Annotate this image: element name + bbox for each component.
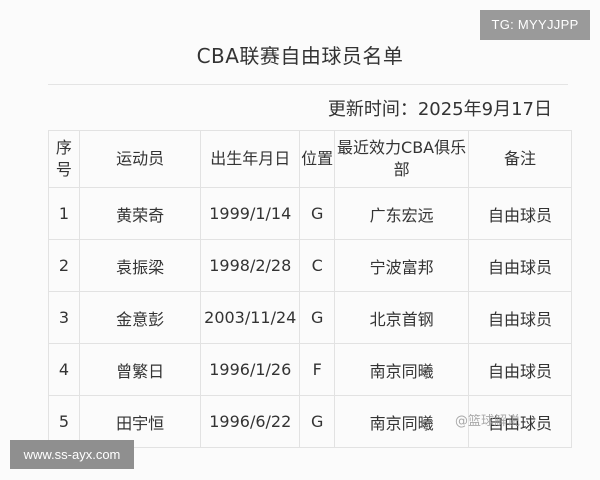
cell-position: G	[299, 291, 336, 344]
watermark-handle: @篮球解说	[455, 414, 521, 429]
cell-club: 宁波富邦	[334, 239, 469, 292]
table-row: 1 黄荣奇 1999/1/14 G 广东宏远 自由球员	[48, 187, 572, 240]
update-time: 更新时间：2025年9月17日	[327, 99, 552, 120]
cell-note: 自由球员	[468, 291, 572, 344]
cell-note: 自由球员	[468, 239, 572, 292]
header-number: 序号	[48, 130, 80, 188]
cell-player: 曾繁日	[78, 343, 202, 396]
cell-club: 北京首钢	[334, 291, 469, 344]
cell-number: 3	[48, 291, 80, 344]
cell-position: G	[299, 187, 336, 240]
update-row: 更新时间：2025年9月17日	[48, 84, 568, 131]
cell-player: 金意彭	[78, 291, 202, 344]
cell-player: 袁振梁	[78, 239, 202, 292]
header-club: 最近效力CBA俱乐部	[334, 130, 469, 188]
header-player: 运动员	[78, 130, 202, 188]
table-row: 2 袁振梁 1998/2/28 C 宁波富邦 自由球员	[48, 239, 572, 292]
cell-number: 2	[48, 239, 80, 292]
cell-number: 4	[48, 343, 80, 396]
watermark-site: www.ss-ayx.com	[10, 440, 134, 469]
cell-number: 1	[48, 187, 80, 240]
cell-birthdate: 1996/1/26	[200, 343, 301, 396]
cell-birthdate: 1996/6/22	[200, 395, 301, 448]
cell-position: F	[299, 343, 336, 396]
cell-birthdate: 1998/2/28	[200, 239, 301, 292]
cell-club: 南京同曦	[334, 343, 469, 396]
table-header-row: 序号 运动员 出生年月日 位置 最近效力CBA俱乐部 备注	[48, 130, 572, 188]
cell-birthdate: 1999/1/14	[200, 187, 301, 240]
cell-note: 自由球员	[468, 187, 572, 240]
cell-player: 黄荣奇	[78, 187, 202, 240]
header-birthdate: 出生年月日	[200, 130, 301, 188]
telegram-badge: TG: MYYJJPP	[480, 10, 590, 40]
header-note: 备注	[468, 130, 572, 188]
cell-position: G	[299, 395, 336, 448]
cell-club: 广东宏远	[334, 187, 469, 240]
cell-club: 南京同曦	[334, 395, 469, 448]
table-row: 3 金意彭 2003/11/24 G 北京首钢 自由球员	[48, 291, 572, 344]
cell-position: C	[299, 239, 336, 292]
cell-note: 自由球员	[468, 343, 572, 396]
document-page: CBA联赛自由球员名单 TG: MYYJJPP 更新时间：2025年9月17日 …	[0, 0, 600, 480]
header-position: 位置	[299, 130, 336, 188]
free-agent-table: 序号 运动员 出生年月日 位置 最近效力CBA俱乐部 备注 1 黄荣奇 1999…	[48, 130, 572, 448]
cell-birthdate: 2003/11/24	[200, 291, 301, 344]
document-title: CBA联赛自由球员名单	[196, 44, 404, 68]
table-row: 4 曾繁日 1996/1/26 F 南京同曦 自由球员	[48, 343, 572, 396]
